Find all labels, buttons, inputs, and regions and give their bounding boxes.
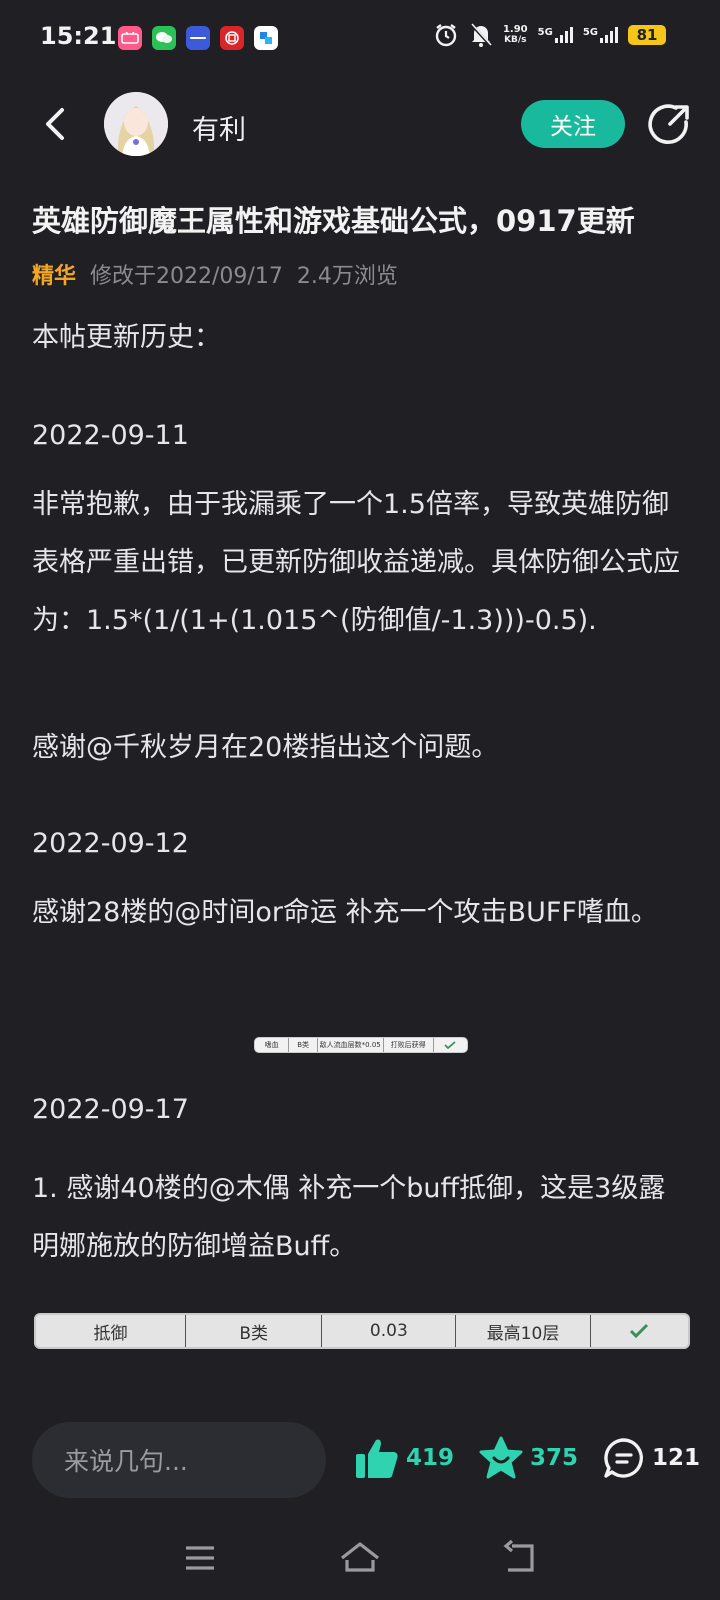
update-paragraph: 非常抱歉，由于我漏乘了一个1.5倍率，导致英雄防御表格严重出错，已更新防御收益递… bbox=[32, 489, 680, 636]
network-speed: 1.90 KB/s bbox=[503, 24, 528, 46]
update-date: 2022-09-12 bbox=[32, 828, 189, 859]
check-icon bbox=[434, 1038, 467, 1052]
battery-indicator: 81 bbox=[628, 25, 666, 45]
comments-button[interactable]: 121 bbox=[602, 1436, 700, 1480]
update-date: 2022-09-11 bbox=[32, 420, 189, 451]
mute-bell-icon bbox=[469, 22, 493, 48]
post-header: 有利 关注 bbox=[0, 92, 720, 156]
buff-table-image: 嗜血 B类 敌人流血层数*0.05 打败后获得 bbox=[254, 1037, 468, 1053]
history-heading: 本帖更新历史： bbox=[32, 322, 221, 353]
update-date: 2022-09-17 bbox=[32, 1094, 189, 1125]
vivo-icon bbox=[186, 26, 210, 50]
check-icon bbox=[591, 1315, 688, 1347]
author-name[interactable]: 有利 bbox=[192, 108, 246, 147]
signal-sim1: 5G bbox=[538, 27, 573, 43]
system-nav-bar bbox=[0, 1518, 720, 1600]
table-cell: 打败后获得 bbox=[384, 1038, 434, 1052]
featured-badge: 精华 bbox=[32, 264, 77, 289]
menu-icon[interactable] bbox=[178, 1538, 222, 1578]
table-cell: 抵御 bbox=[36, 1315, 187, 1347]
update-paragraph: 1. 感谢40楼的@木偶 补充一个buff抵御，这是3级露明娜施放的防御增益Bu… bbox=[32, 1173, 666, 1262]
signal-sim2: 5G bbox=[583, 27, 618, 43]
home-icon[interactable] bbox=[338, 1538, 382, 1578]
table-cell: 0.03 bbox=[322, 1315, 457, 1347]
app-notification-icon bbox=[118, 26, 142, 50]
comment-bubble-icon bbox=[604, 1438, 643, 1478]
bank-app-icon bbox=[220, 26, 244, 50]
buff-table-image: 抵御 B类 0.03 最高10层 bbox=[34, 1313, 690, 1349]
table-cell: 嗜血 bbox=[255, 1038, 290, 1052]
back-arrow-icon[interactable] bbox=[36, 104, 76, 144]
sim1-label: 5G bbox=[537, 27, 553, 38]
alarm-icon bbox=[435, 24, 457, 47]
post-meta: 精华 修改于2022/09/17 2.4万浏览 bbox=[32, 258, 398, 290]
update-paragraph: 感谢28楼的@时间or命运 补充一个攻击BUFF嗜血。 bbox=[32, 897, 658, 928]
like-button[interactable]: 419 bbox=[354, 1436, 454, 1480]
avatar[interactable] bbox=[104, 92, 168, 156]
signal-bars-icon bbox=[554, 27, 573, 43]
favorite-button[interactable]: 375 bbox=[478, 1436, 578, 1480]
like-count: 419 bbox=[406, 1445, 455, 1471]
table-cell: 敌人流血层数*0.05 bbox=[318, 1038, 384, 1052]
thumbs-up-icon bbox=[356, 1439, 398, 1478]
favorite-count: 375 bbox=[530, 1445, 579, 1471]
comment-count: 121 bbox=[652, 1445, 701, 1471]
network-speed-unit: KB/s bbox=[504, 35, 527, 45]
table-cell: B类 bbox=[186, 1315, 323, 1347]
status-bar: 15:21 1.90 KB/s 5G 5G 81 bbox=[0, 0, 720, 76]
view-count: 2.4万浏览 bbox=[296, 264, 398, 289]
post-title: 英雄防御魔王属性和游戏基础公式，0917更新 bbox=[32, 204, 635, 238]
bottom-action-bar: 来说几句... 419 375 121 bbox=[0, 1414, 720, 1504]
sim2-label: 5G bbox=[582, 27, 598, 38]
notification-icons bbox=[118, 26, 278, 50]
back-nav-icon[interactable] bbox=[498, 1538, 542, 1578]
system-indicators: 1.90 KB/s 5G 5G 81 bbox=[433, 22, 666, 48]
table-cell: 最高10层 bbox=[456, 1315, 591, 1347]
star-icon bbox=[479, 1436, 523, 1479]
status-time: 15:21 bbox=[40, 22, 117, 50]
table-cell: B类 bbox=[289, 1038, 318, 1052]
share-icon[interactable] bbox=[646, 102, 690, 146]
signal-bars-icon bbox=[600, 27, 618, 43]
network-speed-value: 1.90 bbox=[502, 24, 528, 35]
modified-date: 修改于2022/09/17 bbox=[90, 264, 283, 289]
update-paragraph: 感谢@千秋岁月在20楼指出这个问题。 bbox=[32, 732, 499, 763]
comment-input[interactable]: 来说几句... bbox=[32, 1422, 326, 1498]
app-notification-icon bbox=[254, 26, 278, 50]
follow-button[interactable]: 关注 bbox=[521, 100, 625, 148]
wechat-icon bbox=[152, 26, 176, 50]
